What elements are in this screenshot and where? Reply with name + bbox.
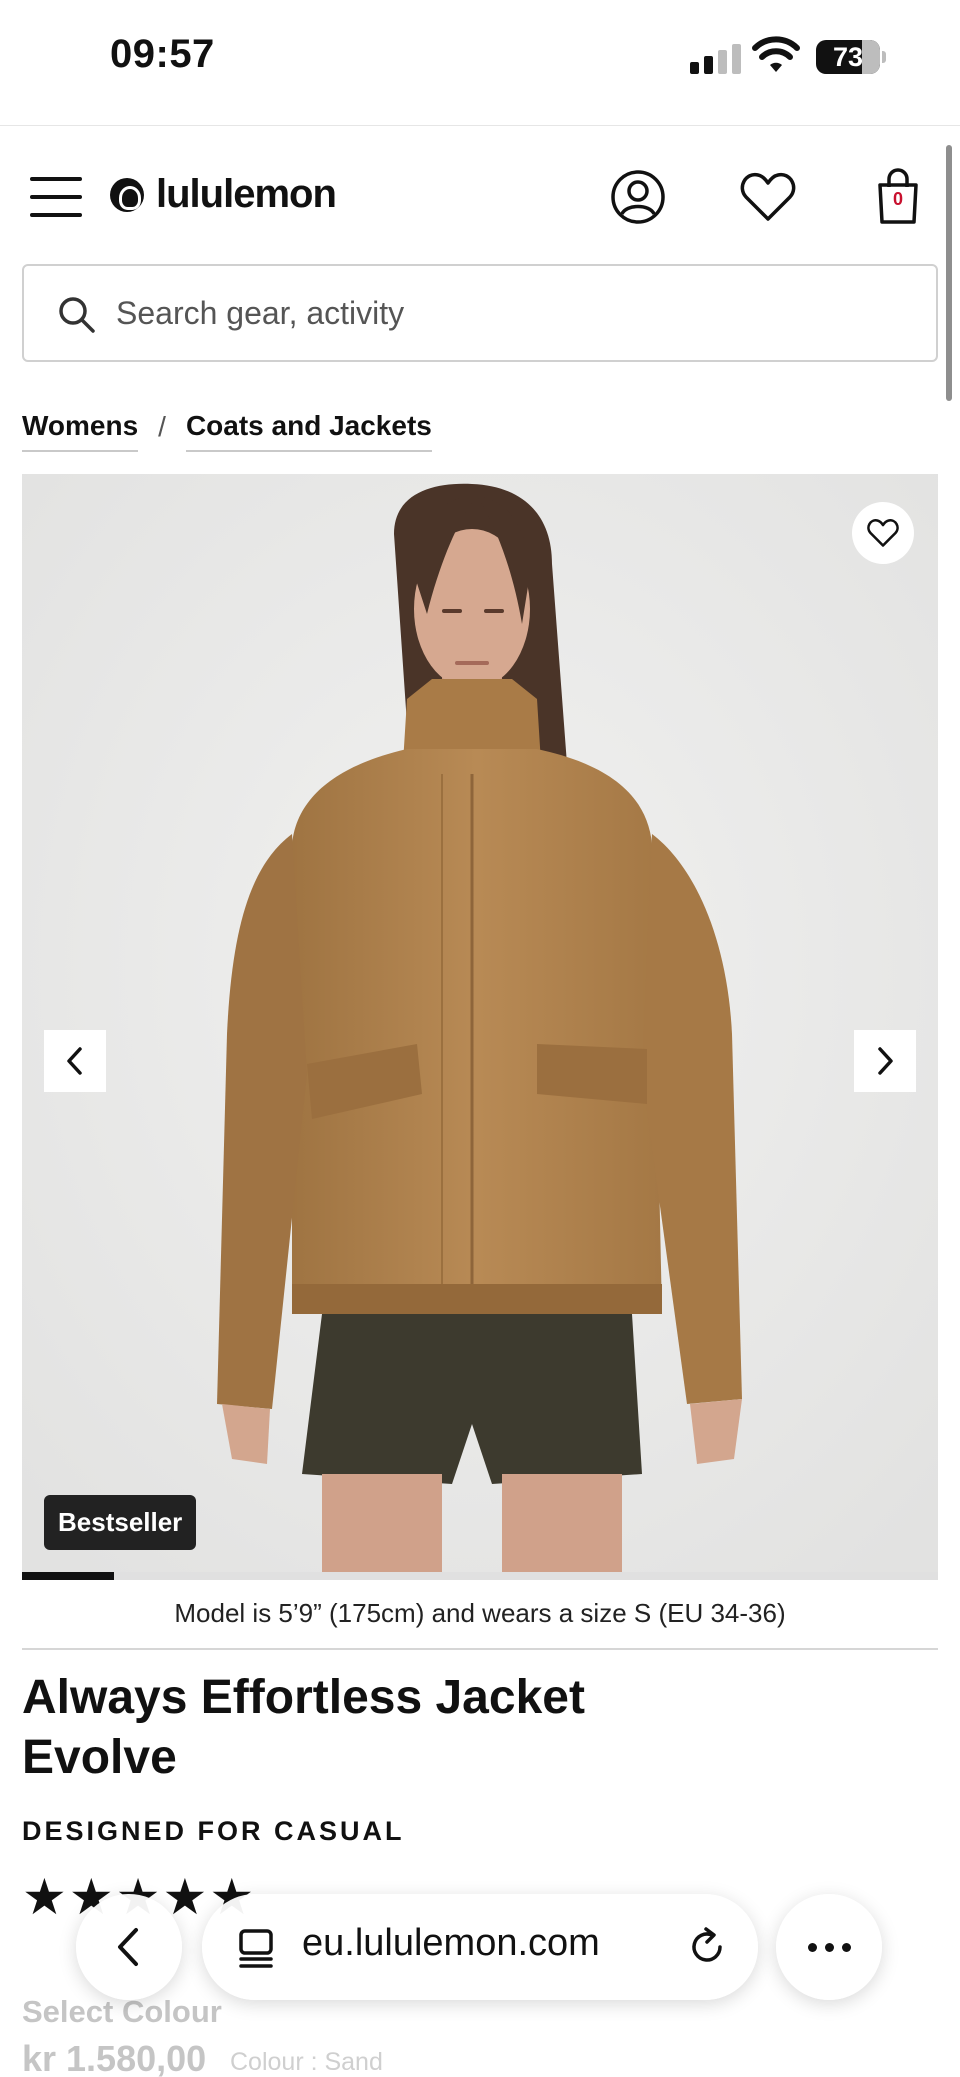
more-dot [841, 1942, 851, 1952]
heart-icon [867, 519, 899, 547]
designed-for-label: DESIGNED FOR CASUAL [22, 1816, 405, 1846]
page-menu-icon[interactable] [236, 1928, 276, 1968]
battery-level: 73 [832, 42, 864, 72]
breadcrumb-separator: / [158, 411, 166, 442]
gallery-next-button[interactable] [854, 1030, 916, 1092]
lululemon-logo-icon [110, 177, 144, 212]
site-header: lululemon 0 [0, 127, 960, 245]
page-scrollbar[interactable] [946, 145, 952, 401]
breadcrumb-womens[interactable]: Womens [22, 410, 139, 452]
browser-address-bar[interactable]: eu.lululemon.com [202, 1894, 758, 2000]
breadcrumb-coats-and-jackets[interactable]: Coats and Jackets [185, 410, 432, 452]
product-title: Always Effortless Jacket Evolve [22, 1671, 585, 1784]
selected-colour-label: Colour : Sand [230, 2048, 383, 2076]
product-price: kr 1.580,00 [22, 2038, 207, 2077]
menu-icon[interactable] [30, 177, 82, 217]
status-bar: 09:57 73 [0, 0, 960, 126]
brand-logo[interactable]: lululemon [110, 172, 337, 217]
browser-url: eu.lululemon.com [302, 1922, 600, 1964]
battery-icon: 73 [816, 40, 886, 74]
cellular-signal-icon [690, 44, 741, 74]
chevron-right-icon [878, 1047, 893, 1075]
browser-back-button[interactable] [76, 1894, 182, 2000]
reload-icon[interactable] [686, 1926, 728, 1968]
gallery-progress-fill [22, 1572, 114, 1580]
chevron-left-icon [67, 1047, 82, 1075]
wifi-icon [752, 36, 800, 72]
product-photo [22, 474, 938, 1572]
product-image-gallery[interactable]: Bestseller [22, 474, 938, 1572]
brand-name: lululemon [156, 172, 337, 216]
search-box[interactable] [22, 264, 938, 362]
search-icon [59, 297, 95, 333]
status-time: 09:57 [110, 32, 215, 76]
more-dot [824, 1942, 834, 1952]
browser-more-button[interactable] [776, 1894, 882, 2000]
account-icon[interactable] [608, 167, 668, 227]
model-size-caption: Model is 5’9” (175cm) and wears a size S… [174, 1598, 786, 1628]
gallery-previous-button[interactable] [44, 1030, 106, 1092]
divider [22, 1648, 938, 1650]
gallery-wishlist-button[interactable] [852, 502, 914, 564]
star-icon: ★ [22, 1869, 67, 1925]
wishlist-heart-icon[interactable] [738, 167, 798, 227]
chevron-left-icon [118, 1928, 138, 1966]
search-input[interactable] [116, 266, 916, 360]
shopping-bag-button[interactable]: 0 [868, 167, 928, 227]
more-dot [807, 1942, 817, 1952]
breadcrumb: Womens / Coats and Jackets [22, 410, 432, 452]
browser-toolbar: eu.lululemon.com [76, 1890, 884, 2002]
bestseller-badge: Bestseller [44, 1495, 197, 1550]
bag-count: 0 [892, 189, 903, 209]
gallery-progress-bar [22, 1572, 938, 1580]
